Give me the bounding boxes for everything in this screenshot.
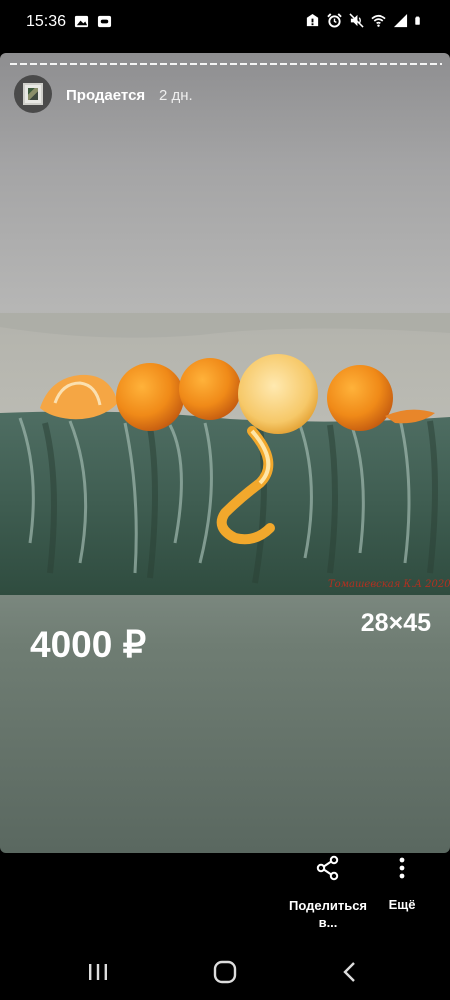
status-left-icons bbox=[74, 14, 112, 29]
wifi-icon bbox=[371, 14, 386, 27]
share-icon bbox=[316, 855, 339, 881]
navigation-bar bbox=[0, 945, 450, 1000]
avatar[interactable] bbox=[14, 75, 52, 113]
status-bar: 15:36 bbox=[0, 0, 450, 46]
alarm-icon bbox=[327, 13, 342, 28]
price-label: 4000 ₽ bbox=[30, 624, 147, 665]
back-icon[interactable] bbox=[336, 959, 364, 985]
more-vertical-icon bbox=[399, 857, 405, 879]
status-time: 15:36 bbox=[26, 13, 67, 30]
size-label: 28×45 bbox=[360, 609, 431, 637]
painting-image: Томашевская К.А 2020 bbox=[0, 313, 450, 595]
signal-icon bbox=[393, 13, 408, 28]
gallery-icon bbox=[74, 15, 89, 28]
share-label: Поделиться в... bbox=[288, 898, 368, 930]
status-right-icons bbox=[305, 13, 424, 28]
avatar-image bbox=[23, 83, 43, 105]
share-button[interactable]: Поделиться в... bbox=[286, 853, 370, 931]
home-icon[interactable] bbox=[211, 959, 239, 985]
battery-icon bbox=[415, 16, 420, 25]
story-author-name[interactable]: Продается bbox=[66, 87, 145, 104]
cast-icon bbox=[97, 15, 112, 28]
lock-alert-icon bbox=[306, 13, 319, 27]
mute-icon bbox=[349, 13, 364, 28]
story-post-time: 2 дн. bbox=[159, 87, 193, 104]
painting-signature: Томашевская К.А 2020 bbox=[328, 579, 450, 590]
story-progress-bar bbox=[10, 63, 442, 65]
recent-apps-icon[interactable] bbox=[84, 959, 112, 985]
more-label: Ещё bbox=[388, 897, 416, 912]
more-button[interactable]: Ещё bbox=[382, 853, 422, 912]
story-card[interactable]: Продается 2 дн. Томашевская К.А 2020 400… bbox=[0, 53, 450, 853]
